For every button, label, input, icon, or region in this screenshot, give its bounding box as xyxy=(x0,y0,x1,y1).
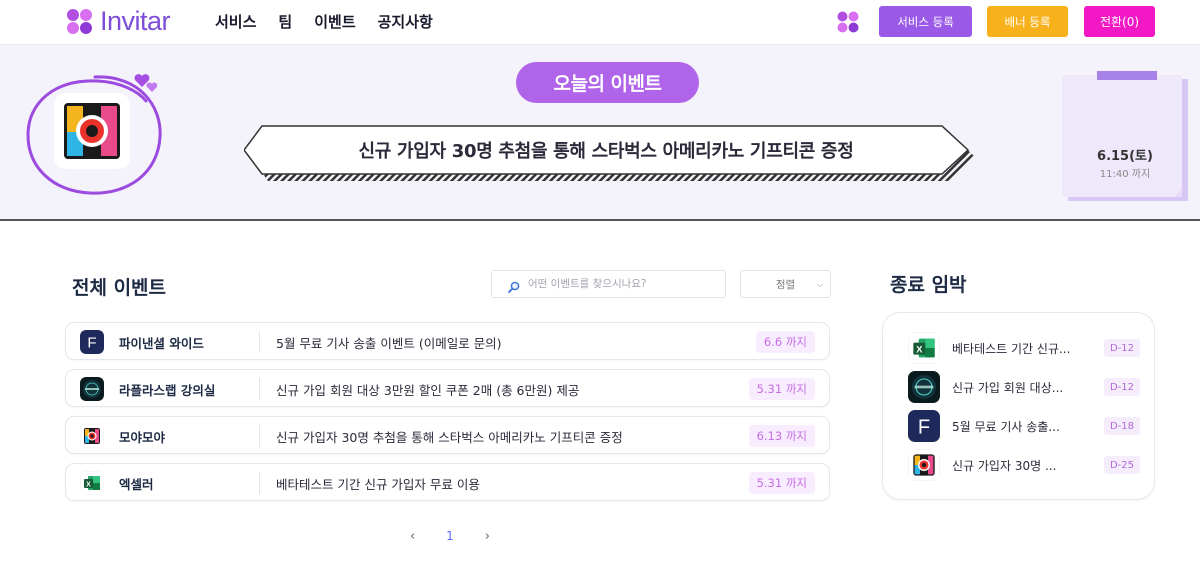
event-row[interactable]: 라플라스랩 강의실 신규 가입 회원 대상 3만원 할인 쿠폰 2매 (총 6만… xyxy=(65,369,830,407)
sort-select[interactable]: 정렬 ⌵ xyxy=(740,270,831,298)
ending-item-text: 신규 가입자 30명 ... xyxy=(952,459,1057,473)
chevron-down-icon: ⌵ xyxy=(816,280,823,289)
ending-soon-card: X 베타테스트 기간 신규... D-12 신규 가입 회원 대상... D-1… xyxy=(882,312,1155,500)
nav-item-notices[interactable]: 공지사항 xyxy=(378,11,433,32)
excel-icon: X xyxy=(908,332,940,364)
event-description: 신규 가입자 30명 추첨을 통해 스타벅스 아메리카노 기프티콘 증정 xyxy=(276,430,623,445)
page-number[interactable]: 1 xyxy=(446,529,454,543)
event-description: 신규 가입 회원 대상 3만원 할인 쿠폰 2매 (총 6만원) 제공 xyxy=(276,383,580,398)
svg-text:X: X xyxy=(916,344,923,354)
invitar-mark-icon[interactable] xyxy=(836,10,860,34)
d-day-badge: D-25 xyxy=(1103,456,1140,474)
laplace-lab-icon xyxy=(908,371,940,403)
excel-icon: X xyxy=(80,471,104,495)
event-deadline-badge: 5.31 까지 xyxy=(748,378,815,400)
top-header: Invitar 서비스 팀 이벤트 공지사항 서비스 등록 배너 등록 전환(0… xyxy=(0,0,1200,44)
moyamoya-camera-icon xyxy=(80,424,104,448)
switch-button[interactable]: 전환(0) xyxy=(1084,6,1155,37)
financial-wide-f-icon: F xyxy=(80,330,104,354)
chevron-right-icon[interactable]: › xyxy=(485,529,490,544)
ending-item[interactable]: 신규 가입자 30명 ... D-25 xyxy=(908,449,1140,481)
laplace-lab-icon xyxy=(80,377,104,401)
event-company-name: 엑셀러 xyxy=(119,477,154,492)
search-icon xyxy=(508,278,520,293)
pagination: ‹ 1 › xyxy=(410,527,490,545)
event-row[interactable]: 모야모야 신규 가입자 30명 추첨을 통해 스타벅스 아메리카노 기프티콘 증… xyxy=(65,416,830,454)
featured-event-text: 신규 가입자 30명 추첨을 통해 스타벅스 아메리카노 기프티콘 증정 xyxy=(358,141,854,162)
deadline-time: 11:40 까지 xyxy=(1099,169,1151,180)
svg-text:X: X xyxy=(86,481,91,488)
row-divider xyxy=(259,472,260,494)
nav-item-services[interactable]: 서비스 xyxy=(215,11,256,32)
event-company-name: 모야모야 xyxy=(119,430,166,445)
row-divider xyxy=(259,378,260,400)
ending-item[interactable]: 신규 가입 회원 대상... D-12 xyxy=(908,371,1140,403)
chevron-left-icon[interactable]: ‹ xyxy=(410,529,415,544)
search-input[interactable] xyxy=(528,278,718,290)
today-event-banner: 오늘의 이벤트 신규 가입자 30명 추첨을 통해 스타벅스 아메리카노 기프티… xyxy=(0,44,1200,221)
nav-item-events[interactable]: 이벤트 xyxy=(314,11,355,32)
row-divider xyxy=(259,331,260,353)
event-row[interactable]: X 엑셀러 베타테스트 기간 신규 가입자 무료 이용 5.31 까지 xyxy=(65,463,830,501)
event-company-name: 라플라스랩 강의실 xyxy=(119,383,216,398)
deadline-date: 6.15(토) xyxy=(1097,149,1153,164)
financial-wide-f-icon: F xyxy=(908,410,940,442)
moyamoya-featured-logo[interactable] xyxy=(20,65,170,205)
svg-text:F: F xyxy=(918,416,930,438)
ending-item-text: 5월 무료 기사 송출... xyxy=(952,420,1060,434)
ending-item-text: 신규 가입 회원 대상... xyxy=(952,381,1064,395)
event-deadline-badge: 6.13 까지 xyxy=(748,425,815,447)
d-day-badge: D-18 xyxy=(1103,417,1140,435)
event-deadline-badge: 6.6 까지 xyxy=(755,331,815,353)
deadline-note: 6.15(토) 11:40 까지 xyxy=(1062,71,1188,201)
invitar-logo[interactable]: Invitar xyxy=(66,6,171,36)
register-banner-button[interactable]: 배너 등록 xyxy=(987,6,1068,37)
moyamoya-camera-icon xyxy=(908,449,940,481)
today-event-label: 오늘의 이벤트 xyxy=(516,62,699,103)
event-company-name: 파이낸셜 와이드 xyxy=(119,336,204,351)
event-search-box[interactable] xyxy=(491,270,726,298)
row-divider xyxy=(259,425,260,447)
featured-event-ticket[interactable]: 신규 가입자 30명 추첨을 통해 스타벅스 아메리카노 기프티콘 증정 xyxy=(244,125,974,181)
svg-text:F: F xyxy=(87,335,96,352)
all-events-title: 전체 이벤트 xyxy=(72,277,167,299)
nav-item-team[interactable]: 팀 xyxy=(278,11,292,32)
ending-item[interactable]: X 베타테스트 기간 신규... D-12 xyxy=(908,332,1140,364)
logo-text: Invitar xyxy=(100,6,171,36)
event-row[interactable]: F 파이낸셜 와이드 5월 무료 기사 송출 이벤트 (이메일로 문의) 6.6… xyxy=(65,322,830,360)
ending-item-text: 베타테스트 기간 신규... xyxy=(952,342,1071,356)
main-nav: 서비스 팀 이벤트 공지사항 xyxy=(215,11,433,32)
register-service-button[interactable]: 서비스 등록 xyxy=(879,6,972,37)
d-day-badge: D-12 xyxy=(1103,339,1140,357)
logo-mark-icon xyxy=(66,8,93,35)
d-day-badge: D-12 xyxy=(1103,378,1140,396)
event-description: 베타테스트 기간 신규 가입자 무료 이용 xyxy=(276,477,480,492)
ending-item[interactable]: F 5월 무료 기사 송출... D-18 xyxy=(908,410,1140,442)
sort-label: 정렬 xyxy=(775,278,796,291)
event-description: 5월 무료 기사 송출 이벤트 (이메일로 문의) xyxy=(276,336,502,351)
ending-soon-title: 종료 임박 xyxy=(890,274,967,296)
event-deadline-badge: 5.31 까지 xyxy=(748,472,815,494)
